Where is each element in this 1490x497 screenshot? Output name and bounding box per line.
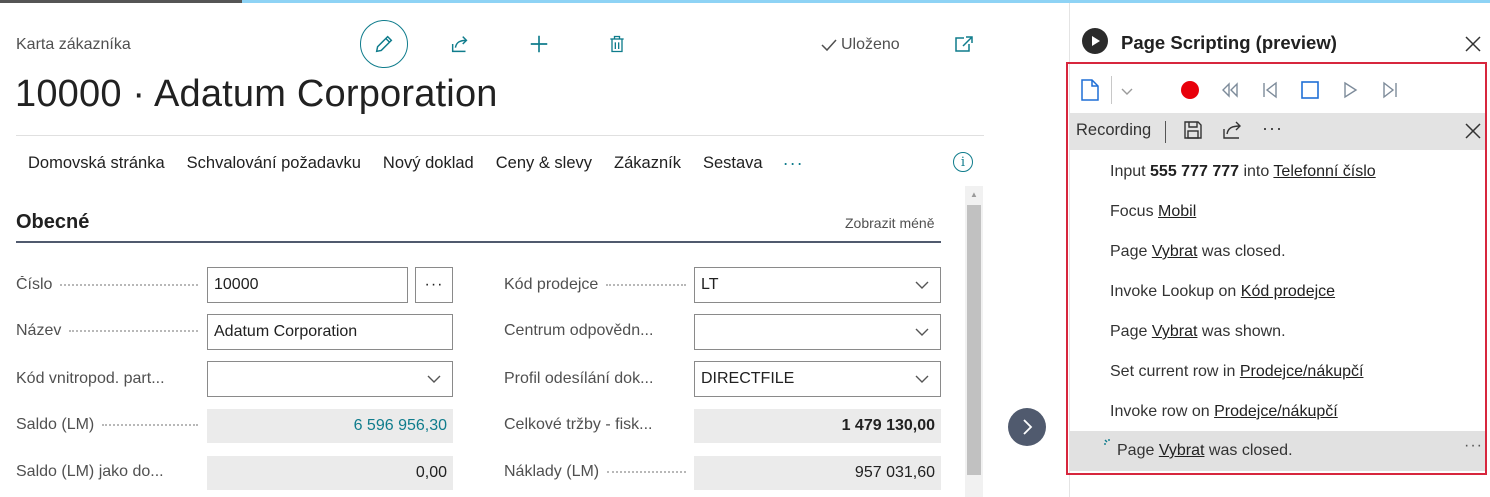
action-report[interactable]: Sestava <box>703 154 763 173</box>
chevron-right-icon <box>1023 419 1033 435</box>
salesperson-code-dropdown[interactable]: LT <box>694 267 941 303</box>
chevron-down-icon <box>915 328 929 336</box>
play-circle-icon <box>1082 28 1108 54</box>
saved-status: Uloženo <box>820 36 900 54</box>
more-actions-button[interactable]: ··· <box>783 153 804 174</box>
show-less-link[interactable]: Zobrazit méně <box>845 215 934 231</box>
section-underline <box>16 241 941 243</box>
divider <box>16 135 984 136</box>
plus-icon <box>530 35 548 53</box>
document-sending-profile-dropdown[interactable]: DIRECTFILE <box>694 361 941 397</box>
highlight-frame <box>1066 62 1487 475</box>
info-icon[interactable]: i <box>953 152 973 172</box>
open-new-window-button[interactable] <box>952 33 976 55</box>
section-title: Obecné <box>16 211 90 233</box>
page-caption: Karta zákazníka <box>16 36 131 53</box>
action-bar: Domovská stránka Schvalování požadavku N… <box>16 151 804 175</box>
action-customer[interactable]: Zákazník <box>614 154 681 173</box>
saved-label: Uloženo <box>841 36 900 53</box>
costs-value: 957 031,60 <box>694 456 941 490</box>
responsibility-center-dropdown[interactable] <box>694 314 941 350</box>
pane-title: Page Scripting (preview) <box>1121 32 1337 53</box>
field-label-number: Číslo <box>16 276 202 294</box>
field-label-balance: Saldo (LM) <box>16 416 202 434</box>
new-button[interactable] <box>526 31 552 57</box>
customer-card: Karta zákazníka Uloženo 10000 · Adatum C… <box>0 3 1000 497</box>
open-in-new-window-icon <box>955 36 973 52</box>
scrollbar-thumb[interactable] <box>967 205 981 475</box>
ic-partner-code-dropdown[interactable] <box>207 361 453 397</box>
field-label-responsibility-center: Centrum odpovědn... <box>504 322 654 339</box>
scrollbar[interactable]: ▲ <box>965 186 983 497</box>
field-label-costs: Náklady (LM) <box>504 463 690 481</box>
number-field[interactable]: 10000 <box>207 267 408 303</box>
total-sales-value: 1 479 130,00 <box>694 409 941 443</box>
balance-value[interactable]: 6 596 956,30 <box>207 409 453 443</box>
chevron-down-icon <box>915 281 929 289</box>
field-label-salesperson-code: Kód prodejce <box>504 276 690 294</box>
page-title: 10000 · Adatum Corporation <box>15 73 498 115</box>
delete-button[interactable] <box>604 31 630 57</box>
action-approval-request[interactable]: Schvalování požadavku <box>187 154 361 173</box>
share-icon <box>451 36 468 53</box>
action-home[interactable]: Domovská stránka <box>28 154 165 173</box>
chevron-down-icon <box>427 375 441 383</box>
assist-edit-button[interactable]: ··· <box>415 267 453 303</box>
chevron-down-icon <box>915 375 929 383</box>
field-label-document-sending-profile: Profil odesílání dok... <box>504 370 654 387</box>
pencil-icon <box>375 35 393 53</box>
name-field[interactable]: Adatum Corporation <box>207 314 453 350</box>
field-label-name: Název <box>16 322 202 340</box>
field-label-total-sales: Celkové tržby - fisk... <box>504 416 653 433</box>
field-label-balance-due: Saldo (LM) jako do... <box>16 463 164 480</box>
action-new-document[interactable]: Nový doklad <box>383 154 474 173</box>
close-icon <box>1465 36 1481 52</box>
edit-button[interactable] <box>360 20 408 68</box>
share-button[interactable] <box>447 31 473 57</box>
expand-factbox-button[interactable] <box>1008 408 1046 446</box>
checkmark-icon <box>821 39 837 52</box>
balance-due-value: 0,00 <box>207 456 453 490</box>
field-label-ic-partner-code: Kód vnitropod. part... <box>16 370 165 387</box>
action-prices-discounts[interactable]: Ceny & slevy <box>496 154 592 173</box>
close-pane-button[interactable] <box>1464 35 1482 58</box>
scroll-up-arrow-icon[interactable]: ▲ <box>970 190 978 199</box>
trash-icon <box>610 35 624 53</box>
